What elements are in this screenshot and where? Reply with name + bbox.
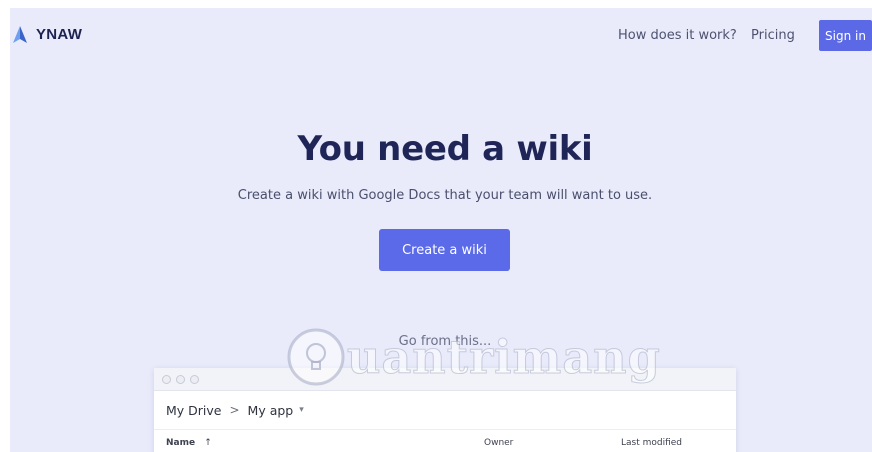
window-dot-icon [162, 374, 171, 384]
breadcrumb-separator: > [229, 403, 240, 417]
drive-breadcrumb: My Drive > My app ▾ [154, 391, 736, 430]
column-owner-header[interactable]: Owner [484, 438, 513, 448]
sign-in-button[interactable]: Sign in [819, 20, 872, 51]
hero-title: You need a wiki [297, 129, 593, 169]
landing-page: YNAW How does it work? Pricing Sign in Y… [10, 8, 872, 452]
caret-down-icon[interactable]: ▾ [299, 405, 304, 415]
nav-how-it-works-link[interactable]: How does it work? [618, 28, 737, 43]
brand-logo[interactable]: YNAW [13, 26, 82, 43]
create-wiki-button[interactable]: Create a wiki [379, 229, 510, 271]
file-list-header: Name ↑ Owner Last modified [154, 430, 736, 452]
breadcrumb-my-app[interactable]: My app [248, 403, 294, 418]
column-name-label: Name [166, 438, 196, 448]
hero-subtitle: Create a wiki with Google Docs that your… [237, 188, 653, 203]
brand-name: YNAW [36, 26, 83, 43]
sort-up-arrow-icon: ↑ [204, 438, 212, 448]
window-dot-icon [190, 374, 199, 384]
window-title-bar [154, 368, 736, 391]
column-name-header[interactable]: Name ↑ [166, 438, 212, 448]
nav-pricing-link[interactable]: Pricing [751, 28, 795, 43]
window-dot-icon [176, 374, 185, 384]
go-from-text: Go from this... [398, 334, 492, 349]
triangle-logo-icon [13, 26, 27, 43]
breadcrumb-my-drive[interactable]: My Drive [166, 403, 221, 418]
drive-window-preview: My Drive > My app ▾ Name ↑ Owner Last mo… [154, 368, 736, 452]
column-last-modified-header[interactable]: Last modified [621, 438, 682, 448]
